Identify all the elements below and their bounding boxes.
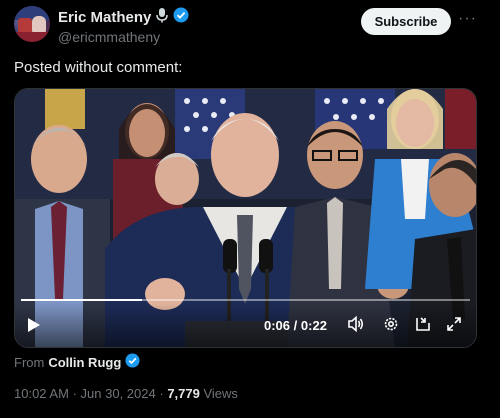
video-current-time: 0:06 <box>264 318 291 333</box>
subscribe-button[interactable]: Subscribe <box>361 8 451 35</box>
author-name[interactable]: Eric Matheny <box>58 9 151 26</box>
video-duration: 0:22 <box>300 318 327 333</box>
microphone-icon <box>155 7 169 27</box>
verified-badge-icon <box>173 7 189 27</box>
tweet-meta: 10:02 AM · Jun 30, 2024 · 7,779 Views <box>14 386 238 401</box>
volume-icon[interactable] <box>347 315 365 333</box>
video-time-separator: / <box>293 318 298 333</box>
video-time-display: 0:06 / 0:22 <box>264 318 327 333</box>
meta-separator: · <box>159 386 164 401</box>
meta-separator: · <box>72 386 77 401</box>
more-options-icon[interactable]: ··· <box>458 10 477 28</box>
picture-in-picture-icon[interactable] <box>414 315 432 333</box>
verified-badge-icon <box>125 353 140 371</box>
from-label: From <box>14 354 45 370</box>
video-progress-bar[interactable] <box>21 299 470 301</box>
author-name-row[interactable]: Eric Matheny <box>58 7 189 27</box>
source-name[interactable]: Collin Rugg <box>48 355 121 370</box>
tweet-text: Posted without comment: <box>14 59 183 76</box>
avatar[interactable] <box>14 6 50 42</box>
views-count: 7,779 <box>167 386 200 401</box>
tweet-time[interactable]: 10:02 AM <box>14 386 69 401</box>
fullscreen-icon[interactable] <box>445 315 463 333</box>
tweet-date[interactable]: Jun 30, 2024 <box>81 386 156 401</box>
video-player[interactable]: 0:06 / 0:22 <box>14 88 477 348</box>
author-block: Eric Matheny @ericmmatheny <box>58 7 189 45</box>
author-handle[interactable]: @ericmmatheny <box>58 29 189 45</box>
video-controls: 0:06 / 0:22 <box>15 303 476 347</box>
views-label: Views <box>203 386 238 401</box>
video-progress-fill <box>21 299 143 301</box>
settings-gear-icon[interactable] <box>382 315 400 333</box>
video-attribution: From Collin Rugg <box>14 353 140 371</box>
play-icon[interactable] <box>27 317 41 333</box>
